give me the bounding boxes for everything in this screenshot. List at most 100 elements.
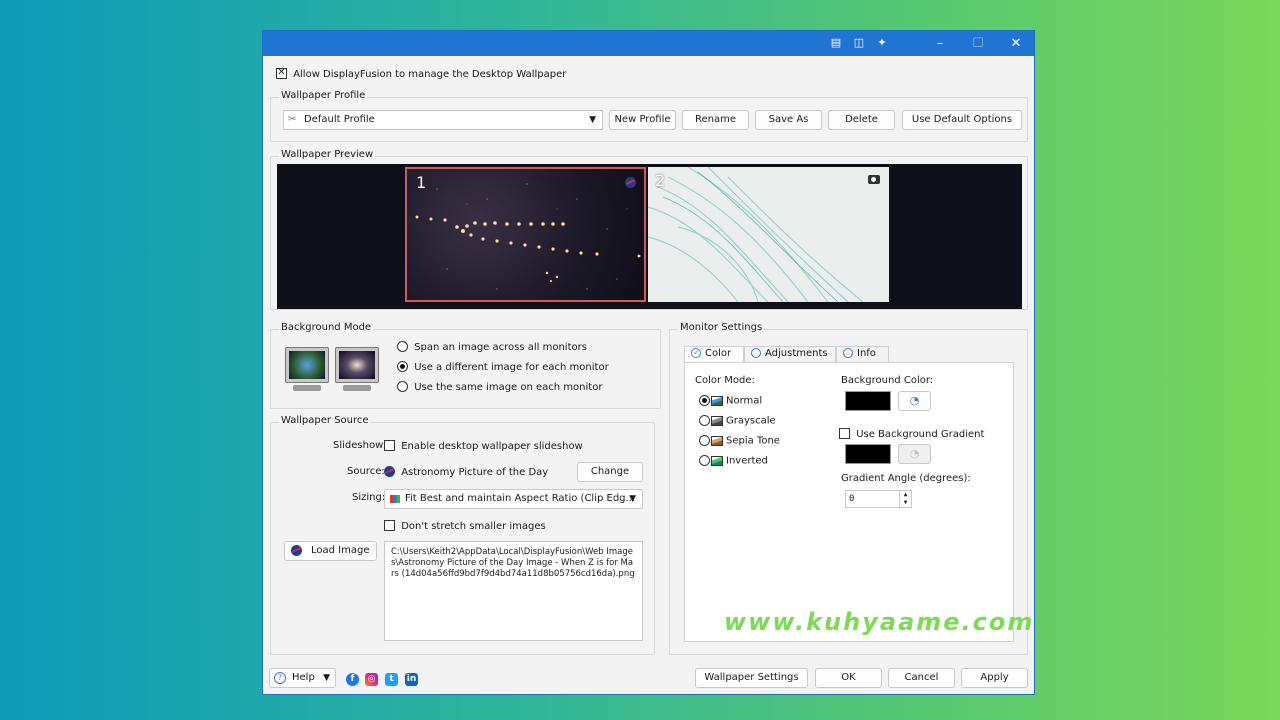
- load-image-button[interactable]: Load Image: [284, 541, 377, 561]
- background-color-swatch[interactable]: [845, 391, 891, 411]
- grayscale-label: Grayscale: [726, 415, 776, 427]
- tab-info[interactable]: Info: [836, 346, 889, 362]
- watermark-text: www.kuhyaame.com: [724, 608, 1035, 636]
- nasa-source-icon: [384, 466, 395, 477]
- monitor-1-preview[interactable]: 1: [405, 167, 646, 302]
- allow-manage-row[interactable]: Allow DisplayFusion to manage the Deskto…: [276, 67, 566, 80]
- different-image-option[interactable]: Use a different image for each monitor: [397, 361, 609, 373]
- gradient-color-swatch[interactable]: [845, 444, 891, 464]
- sizing-select[interactable]: Fit Best and maintain Aspect Ratio (Clip…: [384, 489, 643, 509]
- color-mode-inverted[interactable]: Inverted: [699, 455, 768, 467]
- different-image-label: Use a different image for each monitor: [414, 361, 609, 373]
- wallpaper-settings-button[interactable]: Wallpaper Settings: [695, 668, 808, 688]
- rename-button[interactable]: Rename: [682, 110, 749, 130]
- slideshow-checkbox[interactable]: [384, 440, 395, 451]
- chevron-down-icon: ▼: [323, 673, 330, 683]
- gradient-angle-input[interactable]: 0 ▲ ▼: [845, 490, 912, 508]
- abstract-wave-image: [648, 167, 864, 302]
- color-mode-grayscale[interactable]: Grayscale: [699, 415, 776, 427]
- different-image-radio[interactable]: [397, 361, 408, 372]
- tab-adjustments-label: Adjustments: [765, 348, 828, 359]
- camera-icon[interactable]: [868, 175, 880, 184]
- tab-color[interactable]: Color: [684, 346, 744, 363]
- help-button[interactable]: ? Help ▼: [269, 668, 336, 688]
- monitor-2-number: 2: [655, 171, 666, 190]
- ok-button[interactable]: OK: [815, 668, 882, 688]
- window-layout-icon[interactable]: ◫: [851, 35, 867, 51]
- source-value-row: Astronomy Picture of the Day: [384, 466, 548, 478]
- help-label: Help: [292, 672, 315, 683]
- color-mode-sepia[interactable]: Sepia Tone: [699, 435, 780, 447]
- slideshow-label: Slideshow:: [333, 440, 387, 451]
- wallpaper-source-group: Wallpaper Source Slideshow: Enable deskt…: [270, 415, 655, 655]
- monitors-illustration-icon: [285, 345, 381, 397]
- gradient-angle-spinner[interactable]: ▲ ▼: [899, 491, 911, 507]
- nasa-load-icon: [291, 545, 302, 556]
- facebook-icon[interactable]: f: [346, 673, 359, 686]
- use-gradient-row[interactable]: Use Background Gradient: [839, 428, 984, 440]
- inverted-image-icon: [711, 455, 723, 466]
- normal-radio[interactable]: [699, 395, 710, 406]
- span-image-radio[interactable]: [397, 341, 408, 352]
- minimize-button[interactable]: –: [921, 31, 959, 56]
- linkedin-icon[interactable]: in: [405, 673, 418, 686]
- color-tab-panel: Color Mode: Normal Grayscale Sepia Tone …: [684, 362, 1014, 642]
- span-image-option[interactable]: Span an image across all monitors: [397, 341, 587, 353]
- instagram-icon[interactable]: ◎: [365, 673, 378, 686]
- close-button[interactable]: ✕: [997, 31, 1035, 56]
- monitor-config-icon[interactable]: ▤: [828, 35, 844, 51]
- color-picker-button[interactable]: ◔: [898, 391, 931, 411]
- sizing-icon: [390, 495, 400, 503]
- color-tab-icon: [691, 346, 701, 360]
- new-profile-button[interactable]: New Profile: [609, 110, 676, 130]
- same-image-option[interactable]: Use the same image on each monitor: [397, 381, 602, 393]
- pin-icon[interactable]: ✦: [874, 35, 890, 51]
- twitter-icon[interactable]: t: [385, 673, 398, 686]
- tab-color-label: Color: [705, 348, 732, 359]
- chevron-down-icon: ▼: [589, 115, 596, 125]
- apply-button[interactable]: Apply: [961, 668, 1028, 688]
- cancel-button[interactable]: Cancel: [888, 668, 955, 688]
- background-mode-title: Background Mode: [279, 322, 374, 333]
- palette-icon: ◔: [909, 447, 920, 460]
- wallpaper-profile-group: Wallpaper Profile ✂ Default Profile ▼ Ne…: [270, 90, 1028, 142]
- use-gradient-label: Use Background Gradient: [856, 428, 985, 440]
- title-bar: ▤ ◫ ✦ – ☐ ✕: [263, 31, 1034, 56]
- file-path-textarea[interactable]: C:\Users\Keith2\AppData\Local\DisplayFus…: [384, 541, 643, 641]
- tab-adjustments[interactable]: Adjustments: [744, 346, 836, 362]
- same-image-radio[interactable]: [397, 381, 408, 392]
- adjustments-tab-icon: [751, 348, 761, 358]
- profile-icon: ✂: [288, 114, 297, 125]
- background-color-label: Background Color:: [841, 375, 934, 386]
- maximize-button[interactable]: ☐: [959, 31, 997, 56]
- displayfusion-window: ▤ ◫ ✦ – ☐ ✕ Allow DisplayFusion to manag…: [262, 30, 1035, 695]
- use-default-options-button[interactable]: Use Default Options: [902, 110, 1022, 130]
- slideshow-row[interactable]: Enable desktop wallpaper slideshow: [384, 440, 583, 452]
- inverted-radio[interactable]: [699, 455, 710, 466]
- use-gradient-checkbox[interactable]: [839, 428, 850, 439]
- monitor-1-number: 1: [416, 173, 427, 192]
- change-source-button[interactable]: Change: [577, 462, 643, 482]
- no-stretch-checkbox[interactable]: [384, 520, 395, 531]
- sepia-radio[interactable]: [699, 435, 710, 446]
- source-label: Source:: [347, 466, 385, 477]
- save-as-button[interactable]: Save As: [755, 110, 822, 130]
- no-stretch-row[interactable]: Don't stretch smaller images: [384, 520, 546, 532]
- color-mode-normal[interactable]: Normal: [699, 395, 762, 407]
- sizing-value: Fit Best and maintain Aspect Ratio (Clip…: [405, 493, 636, 504]
- source-value: Astronomy Picture of the Day: [401, 466, 549, 478]
- monitor-2-preview[interactable]: 2: [648, 167, 889, 302]
- preview-canvas: 1 2: [277, 164, 1022, 309]
- grayscale-image-icon: [711, 415, 723, 426]
- chevron-down-icon: ▼: [629, 494, 636, 504]
- nasa-logo-icon: [625, 177, 636, 189]
- profile-select[interactable]: ✂ Default Profile ▼: [283, 110, 603, 130]
- allow-manage-checkbox[interactable]: [276, 67, 287, 79]
- wallpaper-profile-title: Wallpaper Profile: [279, 90, 368, 101]
- help-icon: ?: [274, 672, 286, 684]
- grayscale-radio[interactable]: [699, 415, 710, 426]
- gradient-color-picker-button[interactable]: ◔: [898, 444, 931, 464]
- wallpaper-preview-group: Wallpaper Preview 1 2: [270, 149, 1028, 310]
- color-mode-label: Color Mode:: [695, 375, 755, 386]
- delete-button[interactable]: Delete: [828, 110, 895, 130]
